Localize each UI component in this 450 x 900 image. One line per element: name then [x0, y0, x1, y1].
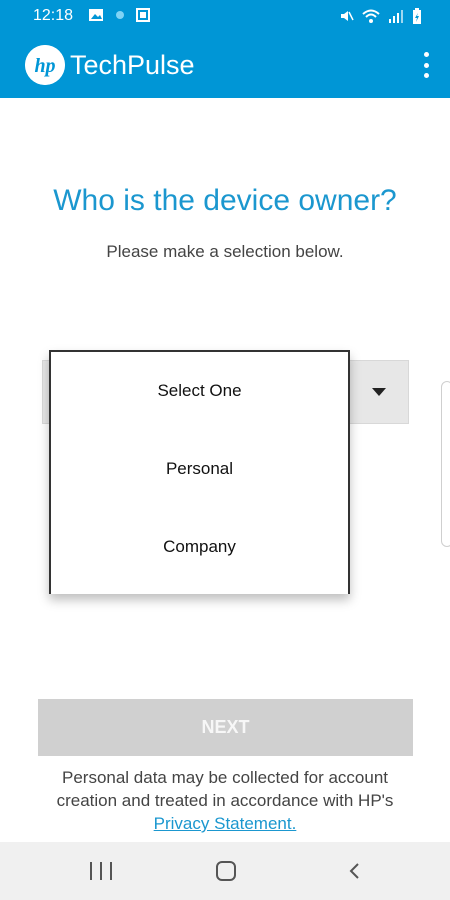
edge-panel-handle[interactable] [441, 381, 450, 547]
battery-icon [413, 8, 421, 24]
status-left-icons [88, 8, 150, 22]
status-time: 12:18 [33, 7, 74, 24]
option-personal[interactable]: Personal [51, 430, 348, 508]
notification-dot-icon [116, 11, 124, 19]
app-bar: hp TechPulse [0, 32, 450, 98]
page-title: Who is the device owner? [53, 184, 397, 217]
more-vert-icon[interactable] [416, 52, 436, 78]
next-button[interactable]: NEXT [38, 699, 413, 756]
notice-line-1: Personal data may be collected for accou… [61, 768, 389, 787]
option-select-one[interactable]: Select One [51, 352, 348, 430]
notice-line-2: creation and treated in accordance with … [56, 791, 394, 810]
option-company[interactable]: Company [51, 508, 348, 586]
status-bar: 12:18 [0, 0, 450, 32]
wifi-icon [362, 9, 380, 23]
svg-text:hp: hp [34, 55, 55, 77]
back-icon[interactable] [344, 860, 366, 882]
menu-dot [423, 73, 429, 78]
owner-dropdown-list: Select One Personal Company [49, 350, 350, 594]
navigation-bar [0, 842, 450, 900]
screenshot-icon [136, 8, 150, 22]
image-icon [89, 9, 103, 21]
dropdown-arrow-icon[interactable] [348, 360, 409, 424]
signal-icon [389, 10, 403, 23]
menu-dot [423, 52, 429, 57]
privacy-notice: Personal data may be collected for accou… [0, 766, 450, 835]
mute-icon [341, 11, 354, 21]
recents-icon[interactable] [90, 862, 112, 880]
page-subtitle: Please make a selection below. [106, 242, 344, 261]
home-icon[interactable] [216, 861, 236, 881]
menu-dot [423, 62, 429, 68]
privacy-statement-link[interactable]: Privacy Statement. [154, 814, 297, 833]
app-title: TechPulse [70, 50, 195, 80]
hp-logo-icon: hp [25, 45, 65, 85]
status-right-icons [338, 8, 422, 24]
